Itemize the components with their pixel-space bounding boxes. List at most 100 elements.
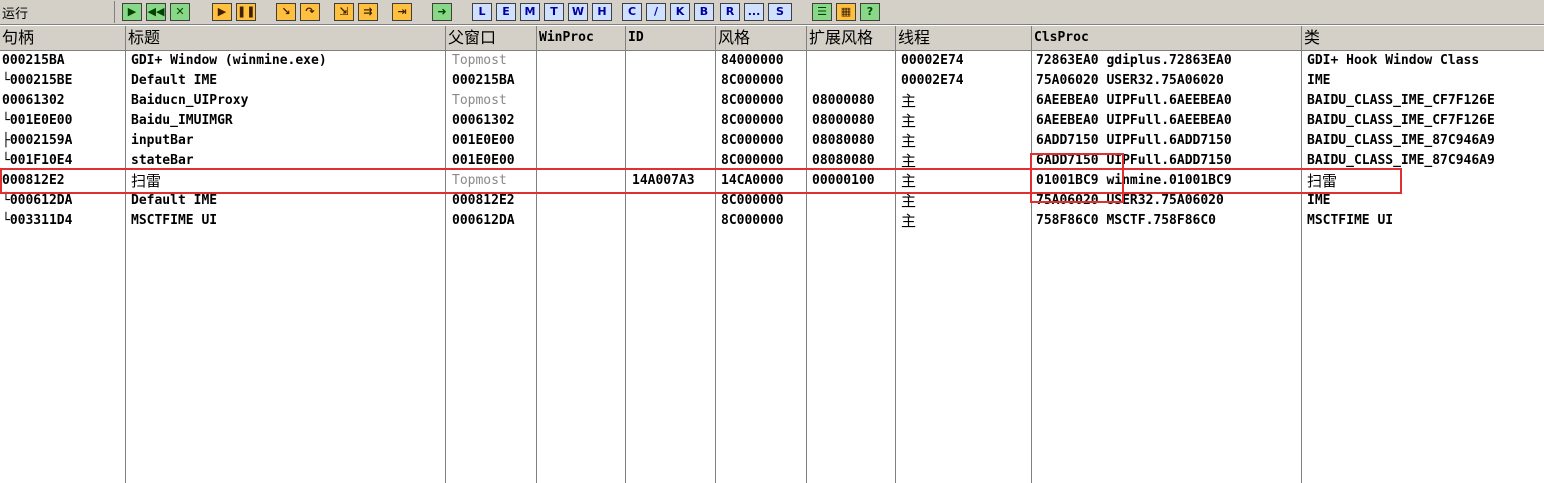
- column-class[interactable]: 类: [1302, 26, 1544, 50]
- cell-clsproc: 01001BC9 winmine.01001BC9: [1036, 173, 1232, 188]
- table-row[interactable]: └001E0E00 Baidu_IMUIMGR 00061302 8C000000 08…: [0, 111, 1544, 131]
- cell-exstyle: 00000100: [812, 173, 875, 188]
- column-exstyle[interactable]: 扩展风格: [807, 26, 896, 50]
- cell-parent: Topmost: [452, 53, 507, 68]
- cell-title: Baiducn_UIProxy: [131, 93, 249, 108]
- cell-style: 8C000000: [721, 73, 784, 88]
- status-label: 运行: [2, 7, 29, 22]
- column-clsproc[interactable]: ClsProc: [1032, 26, 1302, 50]
- windows-button[interactable]: W: [568, 3, 588, 21]
- cell-handle: └000215BE: [2, 73, 73, 88]
- cell-title: Baidu_IMUIMGR: [131, 113, 233, 128]
- cell-class: BAIDU_CLASS_IME_CF7F126E: [1307, 113, 1495, 128]
- column-style[interactable]: 风格: [716, 26, 807, 50]
- trace-into-icon[interactable]: ⇲: [334, 3, 354, 21]
- cell-style: 8C000000: [721, 133, 784, 148]
- cell-exstyle: 08080080: [812, 133, 875, 148]
- table-row[interactable]: 000812E2 扫雷 Topmost 14A007A3 14CA0000 0000010…: [0, 171, 1544, 191]
- step-into-icon[interactable]: ↘: [276, 3, 296, 21]
- cell-clsproc: 75A06020 USER32.75A06020: [1036, 193, 1224, 208]
- cell-thread: 主: [901, 172, 917, 190]
- cell-thread: 00002E74: [901, 73, 964, 88]
- cell-parent: 001E0E00: [452, 153, 515, 168]
- column-header: 句柄 标题 父窗口 WinProc ID 风格 扩展风格 线程 ClsProc …: [0, 26, 1544, 51]
- toolbar-separator: [114, 1, 115, 23]
- cell-clsproc: 758F86C0 MSCTF.758F86C0: [1036, 213, 1217, 228]
- run-trace-button[interactable]: ...: [744, 3, 764, 21]
- cell-clsproc: 6ADD7150 UIPFull.6ADD7150: [1036, 133, 1232, 148]
- column-parent[interactable]: 父窗口: [446, 26, 537, 50]
- cell-class: BAIDU_CLASS_IME_CF7F126E: [1307, 93, 1495, 108]
- cell-class: BAIDU_CLASS_IME_87C946A9: [1307, 153, 1495, 168]
- cell-handle: 00061302: [2, 93, 65, 108]
- cell-clsproc: 6ADD7150 UIPFull.6ADD7150: [1036, 153, 1232, 168]
- trace-over-icon[interactable]: ⇉: [358, 3, 378, 21]
- call-stack-button[interactable]: K: [670, 3, 690, 21]
- cell-parent: Topmost: [452, 173, 507, 188]
- cell-parent: 00061302: [452, 113, 515, 128]
- table-row[interactable]: └001F10E4 stateBar 001E0E00 8C000000 0808008…: [0, 151, 1544, 171]
- cell-title: Default IME: [131, 73, 218, 88]
- table-row[interactable]: ├0002159A inputBar 001E0E00 8C000000 0808008…: [0, 131, 1544, 151]
- cell-id: 14A007A3: [632, 173, 695, 188]
- column-winproc[interactable]: WinProc: [537, 26, 626, 50]
- table-row[interactable]: 00061302 Baiducn_UIProxy Topmost 8C000000 08…: [0, 91, 1544, 111]
- modules-button[interactable]: E: [496, 3, 516, 21]
- column-id[interactable]: ID: [626, 26, 716, 50]
- pause-icon[interactable]: ❚❚: [236, 3, 256, 21]
- cell-style: 14CA0000: [721, 173, 784, 188]
- execute-till-return-icon[interactable]: ⇥: [392, 3, 412, 21]
- breakpoints-button[interactable]: B: [694, 3, 714, 21]
- toolbar: 运行 ▶ ◀◀ ✕ ▶ ❚❚ ↘ ↷ ⇲ ⇉ ⇥ ➜ L E M T W H C…: [0, 0, 1544, 25]
- cell-thread: 主: [901, 192, 917, 210]
- memory-button[interactable]: M: [520, 3, 540, 21]
- cell-thread: 主: [901, 112, 917, 130]
- source-button[interactable]: S: [768, 3, 792, 21]
- cpu-button[interactable]: C: [622, 3, 642, 21]
- rewind-icon[interactable]: ◀◀: [146, 3, 166, 21]
- run-icon[interactable]: ▶: [212, 3, 232, 21]
- cell-class: BAIDU_CLASS_IME_87C946A9: [1307, 133, 1495, 148]
- options-icon[interactable]: ▦: [836, 3, 856, 21]
- cell-style: 84000000: [721, 53, 784, 68]
- patches-button[interactable]: /: [646, 3, 666, 21]
- cell-handle: └000612DA: [2, 193, 73, 208]
- column-thread[interactable]: 线程: [896, 26, 1032, 50]
- open-icon[interactable]: ▶: [122, 3, 142, 21]
- table-row[interactable]: └003311D4 MSCTFIME UI 000612DA 8C000000 主 758…: [0, 211, 1544, 231]
- cell-title: inputBar: [131, 133, 194, 148]
- column-title[interactable]: 标题: [126, 26, 446, 50]
- close-icon[interactable]: ✕: [170, 3, 190, 21]
- cell-title: GDI+ Window (winmine.exe): [131, 53, 327, 68]
- cell-class: 扫雷: [1307, 172, 1338, 190]
- cell-parent: 000812E2: [452, 193, 515, 208]
- cell-handle: 000812E2: [2, 173, 65, 188]
- cell-style: 8C000000: [721, 213, 784, 228]
- cell-clsproc: 6AEEBEA0 UIPFull.6AEEBEA0: [1036, 93, 1232, 108]
- cell-title: 扫雷: [131, 172, 162, 190]
- cell-exstyle: 08000080: [812, 93, 875, 108]
- log-button[interactable]: L: [472, 3, 492, 21]
- cell-parent: 001E0E00: [452, 133, 515, 148]
- references-button[interactable]: R: [720, 3, 740, 21]
- step-over-icon[interactable]: ↷: [300, 3, 320, 21]
- cell-parent: 000612DA: [452, 213, 515, 228]
- table-row[interactable]: └000215BE Default IME 000215BA 8C000000 0000…: [0, 71, 1544, 91]
- threads-button[interactable]: T: [544, 3, 564, 21]
- table-row[interactable]: 000215BA GDI+ Window (winmine.exe) Topmost…: [0, 51, 1544, 71]
- cell-class: IME: [1307, 73, 1331, 88]
- cell-class: IME: [1307, 193, 1331, 208]
- goto-icon[interactable]: ➜: [432, 3, 452, 21]
- list-icon[interactable]: ☰: [812, 3, 832, 21]
- cell-handle: └001E0E00: [2, 113, 73, 128]
- cell-handle: ├0002159A: [2, 133, 73, 148]
- cell-style: 8C000000: [721, 93, 784, 108]
- cell-title: Default IME: [131, 193, 218, 208]
- cell-style: 8C000000: [721, 113, 784, 128]
- help-button[interactable]: ?: [860, 3, 880, 21]
- cell-parent: Topmost: [452, 93, 507, 108]
- table-row[interactable]: └000612DA Default IME 000812E2 8C000000 主 75A…: [0, 191, 1544, 211]
- cell-title: stateBar: [131, 153, 194, 168]
- column-handle[interactable]: 句柄: [0, 26, 126, 50]
- handles-button[interactable]: H: [592, 3, 612, 21]
